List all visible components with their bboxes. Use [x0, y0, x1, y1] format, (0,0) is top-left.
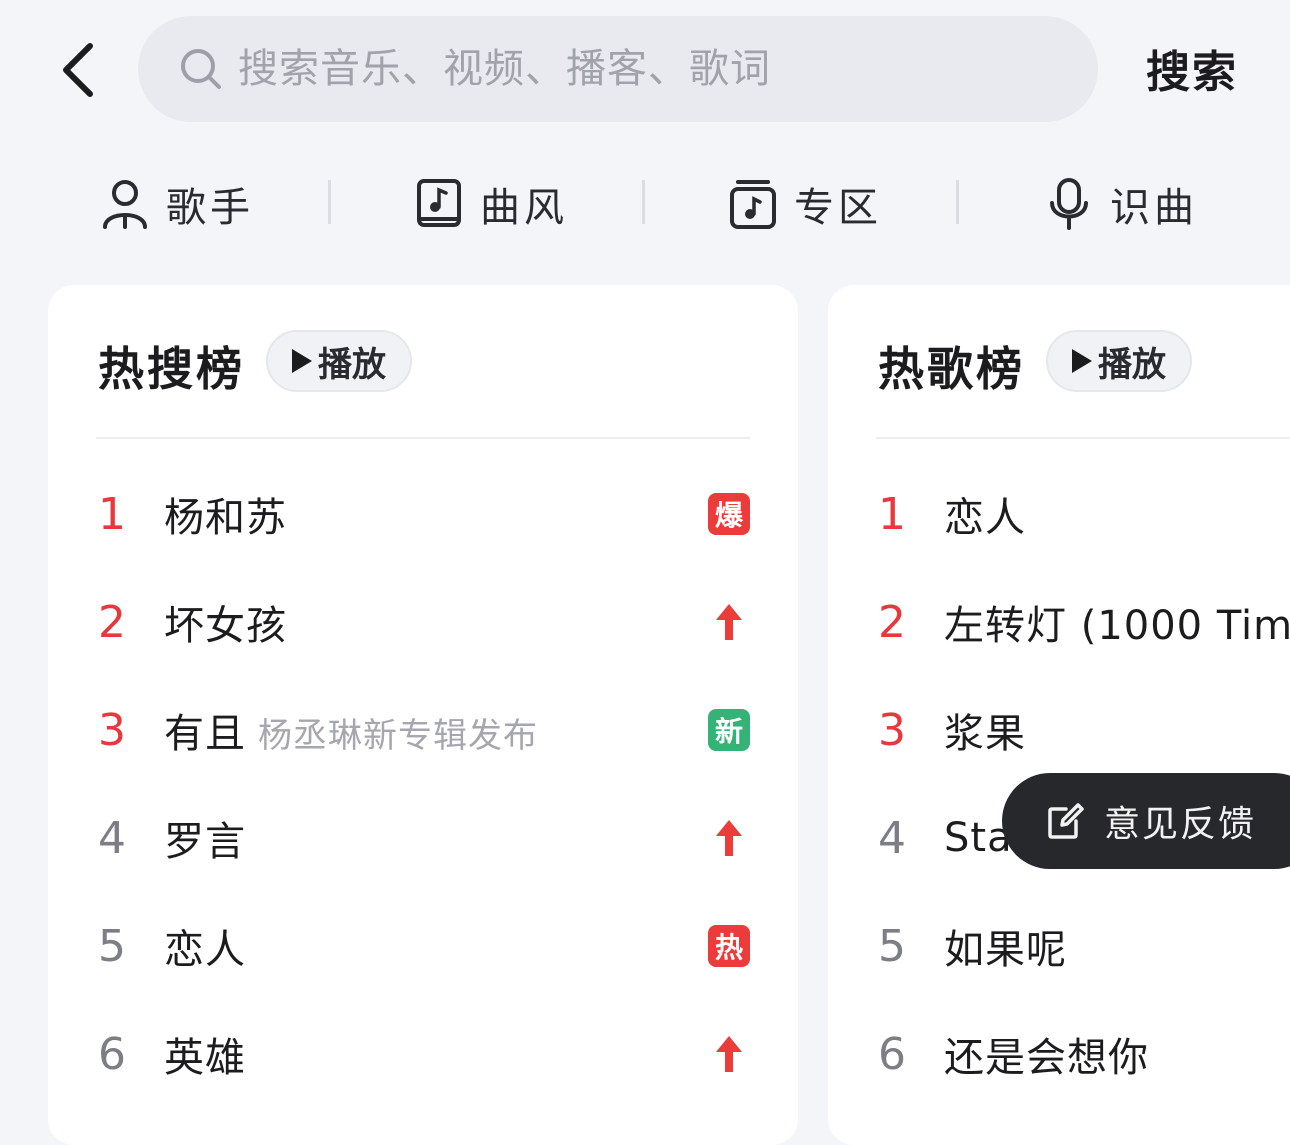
hot-song-item[interactable]: 6 还是会想你: [878, 1009, 1290, 1099]
song-name: 恋人: [944, 495, 1026, 541]
search-bar[interactable]: [138, 16, 1098, 122]
rank-number: 3: [98, 704, 126, 756]
quick-nav-label: 曲风: [480, 185, 568, 231]
hot-badge: 热: [708, 925, 750, 967]
hot-songs-play-button[interactable]: 播放: [1046, 330, 1192, 392]
hot-song-item[interactable]: 5 如果呢: [878, 901, 1290, 991]
nav-divider: [328, 180, 331, 224]
hot-search-item[interactable]: 2 坏女孩: [98, 577, 750, 667]
hot-search-item[interactable]: 6 英雄: [98, 1009, 750, 1099]
up-arrow-icon: [716, 1036, 742, 1072]
hot-search-item[interactable]: 4 罗言: [98, 793, 750, 883]
hot-songs-title: 热歌榜: [878, 342, 1025, 396]
song-name: 浆果: [944, 711, 1026, 757]
quick-nav-genre[interactable]: 曲风: [414, 172, 568, 236]
rank-number: 5: [98, 920, 126, 972]
song-subtitle: 杨丞琳新专辑发布: [258, 716, 538, 756]
up-arrow-icon: [716, 604, 742, 640]
quick-nav-singer[interactable]: 歌手: [100, 172, 254, 236]
song-name: 杨和苏: [164, 495, 287, 541]
hot-songs-card: 热歌榜 播放 1 恋人 2 左转灯 (1000 Time 3 浆果 4 Sta …: [828, 285, 1290, 1145]
rank-number: 4: [878, 812, 906, 864]
hot-song-item[interactable]: 2 左转灯 (1000 Time: [878, 577, 1290, 667]
back-icon[interactable]: [52, 38, 112, 102]
rank-number: 2: [98, 596, 126, 648]
search-input[interactable]: [236, 45, 1000, 93]
up-arrow-icon: [716, 820, 742, 856]
feedback-label: 意见反馈: [1104, 804, 1257, 845]
song-name: 如果呢: [944, 927, 1067, 973]
rank-number: 3: [878, 704, 906, 756]
hot-search-title: 热搜榜: [98, 342, 245, 396]
nav-divider: [642, 180, 645, 224]
rank-number: 2: [878, 596, 906, 648]
rank-number: 5: [878, 920, 906, 972]
hot-search-play-button[interactable]: 播放: [266, 330, 412, 392]
zone-icon: [730, 180, 776, 229]
song-name: 左转灯 (1000 Time: [944, 603, 1290, 649]
rank-number: 4: [98, 812, 126, 864]
card-divider: [876, 437, 1290, 439]
rank-number: 1: [878, 488, 906, 540]
quick-nav-label: 专区: [794, 185, 882, 231]
top-bar: 搜索: [0, 0, 1290, 140]
hot-song-item[interactable]: 3 浆果: [878, 685, 1290, 775]
quick-nav: 歌手 曲风 专区 识曲: [0, 156, 1290, 252]
card-divider: [96, 437, 750, 439]
hot-search-card: 热搜榜 播放 1 杨和苏 爆 2 坏女孩 3 有且 杨丞琳新专辑发布 新 4 罗言…: [48, 285, 798, 1145]
hot-song-item[interactable]: 1 恋人: [878, 469, 1290, 559]
explosive-badge: 爆: [708, 493, 750, 535]
search-icon: [181, 49, 221, 89]
play-icon: [1072, 349, 1092, 373]
new-badge: 新: [708, 709, 750, 751]
hot-search-item[interactable]: 3 有且 杨丞琳新专辑发布 新: [98, 685, 750, 775]
play-label: 播放: [318, 344, 386, 385]
search-button[interactable]: 搜索: [1146, 36, 1238, 100]
song-name: 还是会想你: [944, 1035, 1149, 1081]
play-label: 播放: [1098, 344, 1166, 385]
quick-nav-label: 识曲: [1110, 185, 1198, 231]
hot-search-item[interactable]: 5 恋人 热: [98, 901, 750, 991]
rank-number: 1: [98, 488, 126, 540]
hot-search-item[interactable]: 1 杨和苏 爆: [98, 469, 750, 559]
edit-icon: [1048, 803, 1084, 839]
song-name: 恋人: [164, 927, 246, 973]
genre-icon: [417, 179, 461, 227]
song-name: 英雄: [164, 1035, 246, 1081]
song-name: 有且 杨丞琳新专辑发布: [164, 701, 538, 759]
nav-divider: [956, 180, 959, 224]
quick-nav-label: 歌手: [166, 185, 254, 231]
microphone-icon: [1050, 178, 1088, 230]
feedback-button[interactable]: 意见反馈: [1002, 773, 1290, 869]
song-title: 有且: [164, 711, 246, 757]
singer-icon: [103, 180, 147, 229]
rank-number: 6: [878, 1028, 906, 1080]
rank-number: 6: [98, 1028, 126, 1080]
song-name: 罗言: [164, 819, 246, 865]
play-icon: [292, 349, 312, 373]
quick-nav-recognize[interactable]: 识曲: [1044, 172, 1198, 236]
song-name: 坏女孩: [164, 603, 287, 649]
quick-nav-zone[interactable]: 专区: [728, 172, 882, 236]
